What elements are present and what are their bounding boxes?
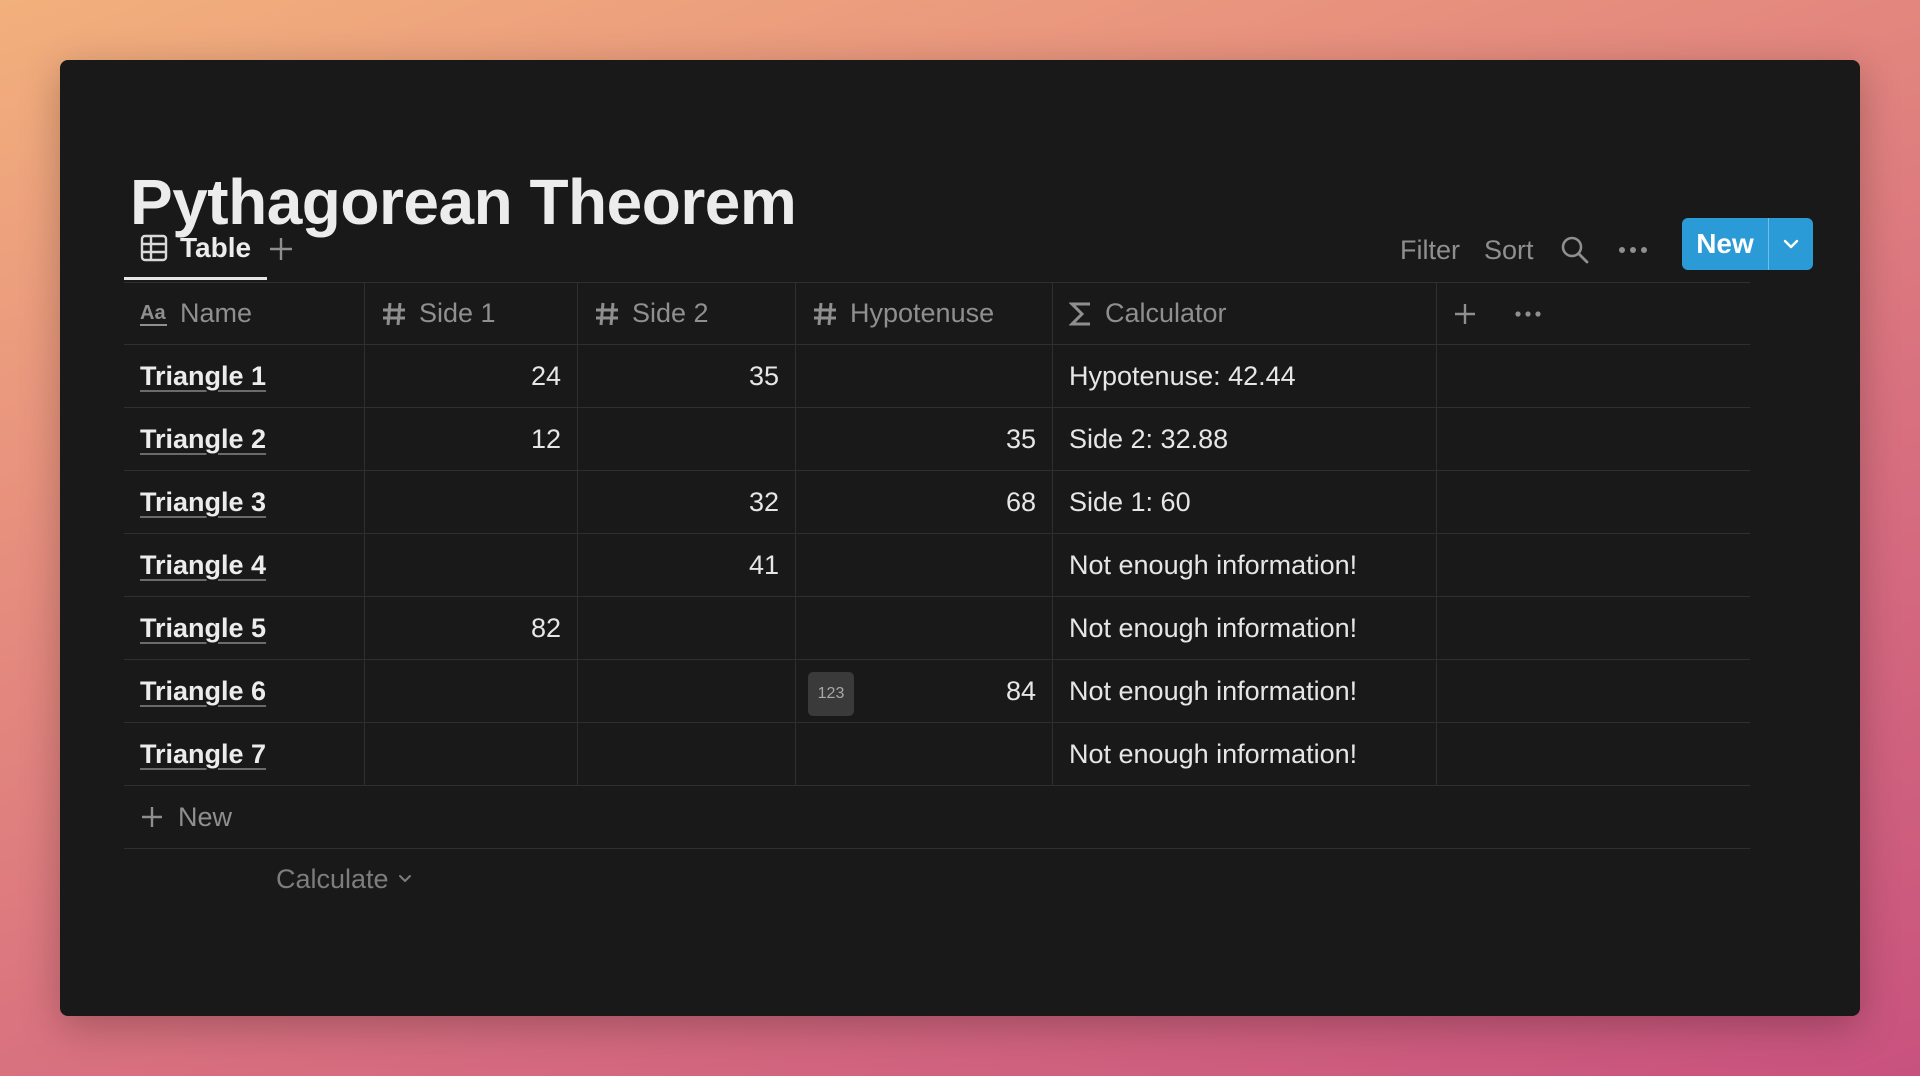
table-icon <box>140 234 168 261</box>
row-hypotenuse-cell[interactable]: 123 84 <box>796 660 1053 722</box>
column-header-label: Side 1 <box>419 298 496 328</box>
row-side2[interactable]: 35 <box>578 345 796 407</box>
column-header-label: Name <box>180 298 253 328</box>
row-hypotenuse[interactable]: 68 <box>796 471 1053 533</box>
row-side1[interactable]: 12 <box>365 408 578 470</box>
row-calculator[interactable]: Side 1: 60 <box>1053 471 1437 533</box>
hash-icon <box>596 302 618 325</box>
row-calculator[interactable]: Not enough information! <box>1053 597 1437 659</box>
row-name[interactable]: Triangle 1 <box>124 345 365 407</box>
row-side2[interactable]: 41 <box>578 534 796 596</box>
sort-button[interactable]: Sort <box>1484 228 1534 272</box>
row-name[interactable]: Triangle 6 <box>124 660 365 722</box>
row-hypotenuse[interactable] <box>796 723 1053 785</box>
table-row[interactable]: Triangle 7 Not enough information! <box>124 723 1750 786</box>
row-name[interactable]: Triangle 4 <box>124 534 365 596</box>
table-header-row: Aa Name Side 1 Side 2 Hypotenuse Calcula… <box>124 282 1750 345</box>
row-calculator[interactable]: Not enough information! <box>1053 660 1437 722</box>
more-options-button[interactable] <box>1618 228 1648 272</box>
row-side2[interactable] <box>578 723 796 785</box>
row-empty-cell <box>1437 345 1750 407</box>
row-side1[interactable] <box>365 660 578 722</box>
row-empty-cell <box>1437 597 1750 659</box>
add-property-icon[interactable] <box>1453 302 1477 326</box>
row-side1[interactable] <box>365 723 578 785</box>
tab-table[interactable]: Table <box>124 218 268 280</box>
row-side2[interactable]: 32 <box>578 471 796 533</box>
add-view-button[interactable] <box>262 230 300 268</box>
calculate-label: Calculate <box>276 863 389 894</box>
column-header-label: Side 2 <box>632 298 709 328</box>
row-side2[interactable] <box>578 597 796 659</box>
notion-window: Pythagorean Theorem Table Filter Sort Ne… <box>60 60 1860 1016</box>
row-side1[interactable]: 24 <box>365 345 578 407</box>
row-name[interactable]: Triangle 5 <box>124 597 365 659</box>
table-row[interactable]: Triangle 5 82 Not enough information! <box>124 597 1750 660</box>
plus-icon <box>142 807 162 827</box>
ellipsis-icon <box>1619 247 1647 253</box>
new-button[interactable]: New <box>1682 218 1768 270</box>
row-name[interactable]: Triangle 2 <box>124 408 365 470</box>
row-calculator[interactable]: Side 2: 32.88 <box>1053 408 1437 470</box>
row-side1[interactable] <box>365 471 578 533</box>
text-aa-icon: Aa <box>140 302 167 326</box>
row-name[interactable]: Triangle 3 <box>124 471 365 533</box>
sigma-icon <box>1069 302 1090 325</box>
column-header-side1[interactable]: Side 1 <box>365 283 578 344</box>
row-side1[interactable]: 82 <box>365 597 578 659</box>
chevron-down-icon <box>398 875 411 882</box>
hash-icon <box>814 302 836 325</box>
database-table: Aa Name Side 1 Side 2 Hypotenuse Calcula… <box>124 282 1750 909</box>
column-header-name[interactable]: Aa Name <box>124 283 365 344</box>
column-header-actions <box>1437 283 1750 344</box>
number-format-badge[interactable]: 123 <box>808 672 854 716</box>
plus-icon <box>270 238 292 260</box>
hash-icon <box>383 302 405 325</box>
table-row[interactable]: Triangle 3 32 68 Side 1: 60 <box>124 471 1750 534</box>
ellipsis-icon[interactable] <box>1515 310 1541 318</box>
sort-label: Sort <box>1484 234 1534 265</box>
table-row[interactable]: Triangle 6 123 84 Not enough information… <box>124 660 1750 723</box>
row-empty-cell <box>1437 534 1750 596</box>
row-side2[interactable] <box>578 408 796 470</box>
row-name[interactable]: Triangle 7 <box>124 723 365 785</box>
row-hypotenuse[interactable] <box>796 345 1053 407</box>
svg-text:Aa: Aa <box>140 302 166 324</box>
new-button-group: New <box>1682 218 1813 270</box>
row-calculator[interactable]: Not enough information! <box>1053 723 1437 785</box>
calculate-dropdown[interactable]: Calculate <box>124 849 1750 909</box>
search-icon <box>1561 236 1589 264</box>
row-empty-cell <box>1437 723 1750 785</box>
column-header-label: Hypotenuse <box>850 298 995 328</box>
row-empty-cell <box>1437 471 1750 533</box>
column-header-calculator[interactable]: Calculator <box>1053 283 1437 344</box>
add-row-button[interactable]: New <box>124 786 1750 849</box>
table-row[interactable]: Triangle 4 41 Not enough information! <box>124 534 1750 597</box>
table-row[interactable]: Triangle 1 24 35 Hypotenuse: 42.44 <box>124 345 1750 408</box>
add-row-label: New <box>178 801 233 832</box>
new-dropdown-button[interactable] <box>1768 218 1813 270</box>
row-hypotenuse[interactable]: 35 <box>796 408 1053 470</box>
row-hypotenuse[interactable] <box>796 534 1053 596</box>
row-calculator[interactable]: Not enough information! <box>1053 534 1437 596</box>
row-empty-cell <box>1437 408 1750 470</box>
row-side1[interactable] <box>365 534 578 596</box>
column-header-hypotenuse[interactable]: Hypotenuse <box>796 283 1053 344</box>
filter-button[interactable]: Filter <box>1400 228 1460 272</box>
tab-table-label: Table <box>180 231 252 263</box>
filter-label: Filter <box>1400 234 1460 265</box>
column-header-side2[interactable]: Side 2 <box>578 283 796 344</box>
table-row[interactable]: Triangle 2 12 35 Side 2: 32.88 <box>124 408 1750 471</box>
row-hypotenuse[interactable] <box>796 597 1053 659</box>
row-hypotenuse: 84 <box>1005 675 1036 706</box>
column-header-label: Calculator <box>1105 298 1227 328</box>
row-side2[interactable] <box>578 660 796 722</box>
search-button[interactable] <box>1560 228 1590 272</box>
chevron-down-icon <box>1783 239 1799 249</box>
row-calculator[interactable]: Hypotenuse: 42.44 <box>1053 345 1437 407</box>
row-empty-cell <box>1437 660 1750 722</box>
